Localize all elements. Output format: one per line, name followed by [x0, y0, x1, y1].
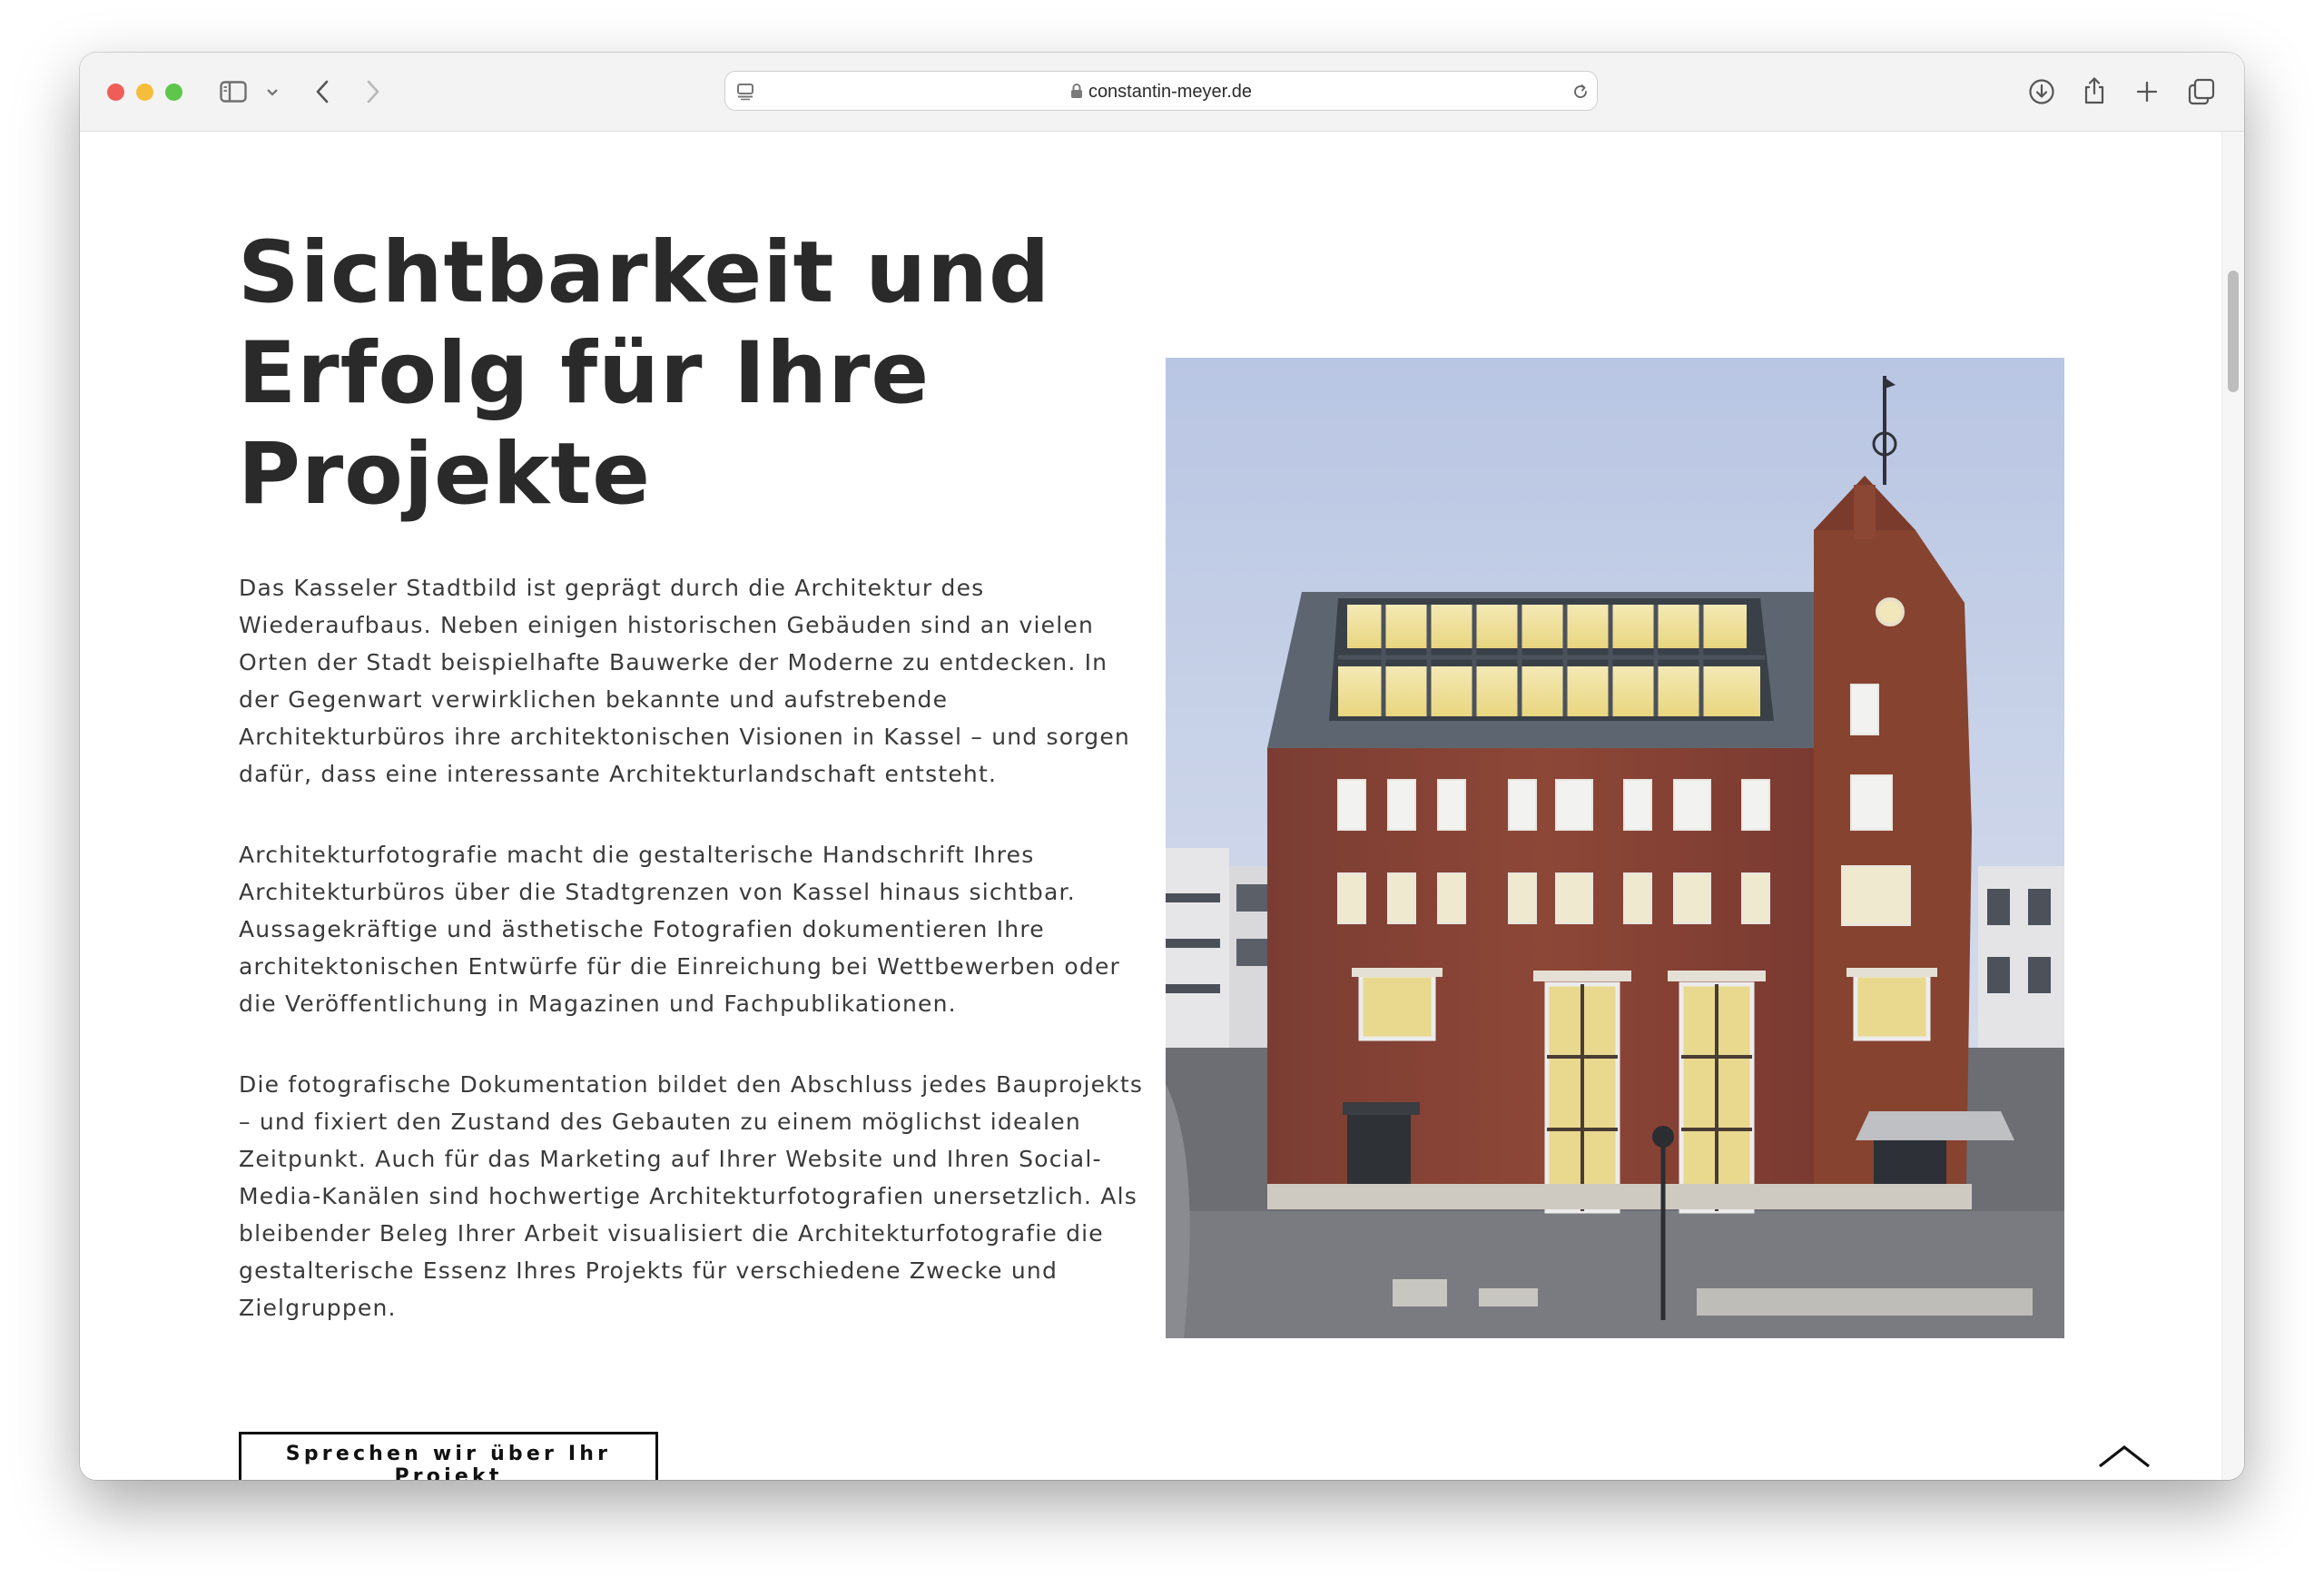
- intro-paragraph: Das Kasseler Stadtbild ist geprägt durch…: [239, 575, 1130, 787]
- chevron-up-icon[interactable]: [2097, 1441, 2152, 1474]
- address-bar[interactable]: constantin-meyer.de: [724, 71, 1598, 111]
- page-title: Sichtbarkeit und Erfolg für Ihre Projekt…: [238, 223, 1051, 524]
- url-text: constantin-meyer.de: [1088, 82, 1253, 102]
- contact-cta-button[interactable]: Sprechen wir über Ihr Projekt: [239, 1432, 658, 1480]
- scrollbar-thumb[interactable]: [2228, 271, 2239, 392]
- lock-icon: [1070, 74, 1083, 113]
- page-content: Sichtbarkeit und Erfolg für Ihre Projekt…: [80, 132, 2222, 1480]
- url-display[interactable]: constantin-meyer.de: [725, 72, 1597, 113]
- chevron-down-icon[interactable]: [263, 84, 281, 102]
- browser-toolbar: constantin-meyer.de: [80, 53, 2244, 132]
- browser-window: constantin-meyer.de Sichtbarkeit und Erf…: [80, 53, 2244, 1480]
- download-icon[interactable]: [2026, 76, 2057, 107]
- close-window-button[interactable]: [107, 84, 124, 101]
- zoom-window-button[interactable]: [165, 84, 182, 101]
- plus-icon[interactable]: [2133, 78, 2161, 105]
- share-icon[interactable]: [2081, 74, 2108, 107]
- reload-icon[interactable]: [1570, 81, 1591, 103]
- tabs-icon[interactable]: [2186, 76, 2217, 107]
- documentation-paragraph: Die fotografische Dokumentation bildet d…: [239, 1071, 1144, 1321]
- sidebar-icon[interactable]: [218, 78, 249, 105]
- forward-icon[interactable]: [359, 78, 387, 105]
- minimize-window-button[interactable]: [136, 84, 153, 101]
- back-icon[interactable]: [309, 78, 336, 105]
- visibility-paragraph: Architekturfotografie macht die gestalte…: [239, 842, 1121, 1017]
- building-photo: [1166, 358, 2064, 1338]
